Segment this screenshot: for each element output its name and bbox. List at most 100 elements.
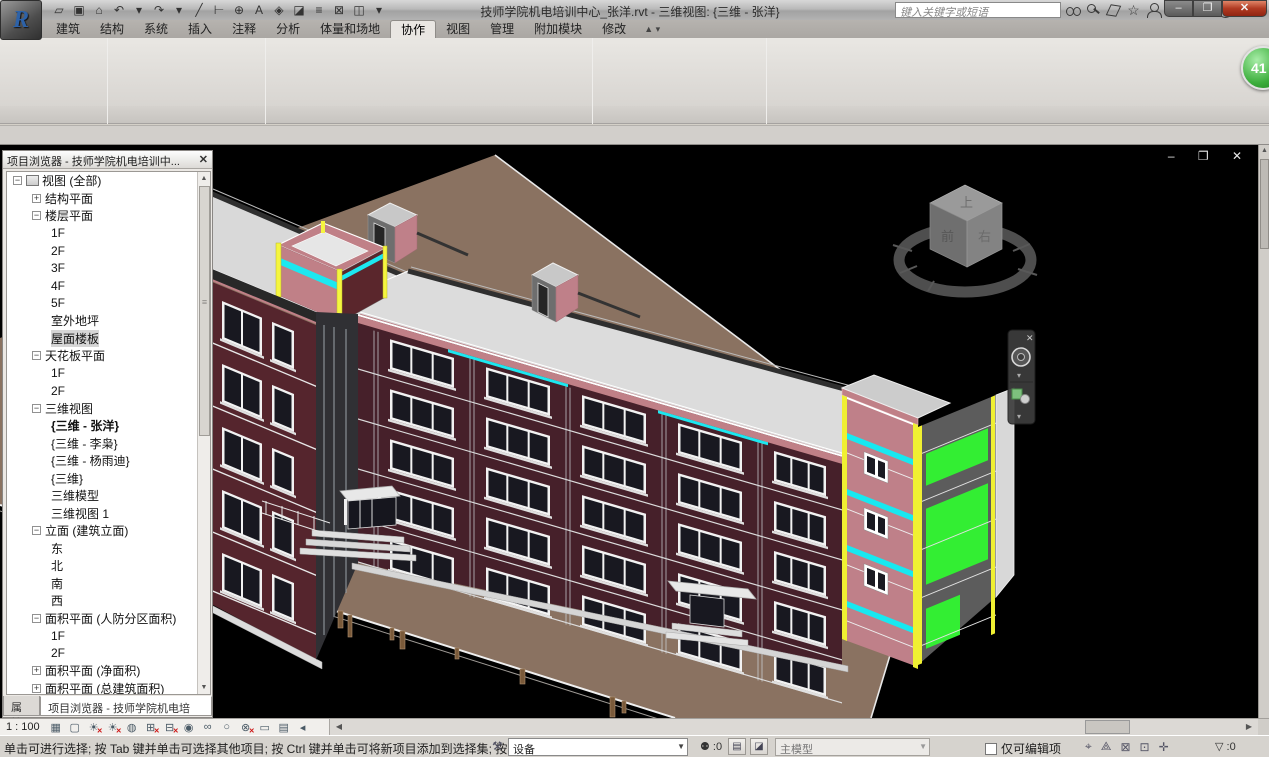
tree-item[interactable]: −天花板平面 [7, 347, 210, 365]
redo-icon[interactable]: ↷ [150, 2, 168, 19]
tree-item[interactable]: 西 [7, 592, 210, 610]
tree-item-label[interactable]: 三维视图 [45, 400, 93, 417]
vertical-scroll-thumb[interactable] [1260, 159, 1269, 249]
application-menu-button[interactable]: R [0, 0, 42, 40]
select-pin-icon[interactable]: ✛ [1159, 740, 1169, 754]
editing-requests-count[interactable]: ⚉ :0 [700, 740, 722, 753]
scroll-down-icon[interactable]: ▼ [198, 681, 210, 694]
tree-item[interactable]: 5F [7, 295, 210, 313]
tree-item[interactable]: 北 [7, 557, 210, 575]
vertical-scrollbar[interactable]: ▲ [1258, 145, 1269, 718]
tree-item[interactable]: −立面 (建筑立面) [7, 522, 210, 540]
select-pointer-icon[interactable]: ⌖ [1085, 739, 1092, 754]
tree-item[interactable]: 室外地坪 [7, 312, 210, 330]
tree-item[interactable]: 1F [7, 225, 210, 243]
tree-item[interactable]: 三维视图 1 [7, 505, 210, 523]
tree-item[interactable]: −三维视图 [7, 400, 210, 418]
communication-icon[interactable] [1106, 3, 1121, 18]
ribbon-tab-视图[interactable]: 视图 [436, 20, 480, 38]
horizontal-scrollbar[interactable]: ◀ ▶ [330, 719, 1258, 735]
view-scale[interactable]: 1 : 100 [6, 721, 40, 733]
tree-item-label[interactable]: 2F [51, 646, 65, 660]
scroll-right-icon[interactable]: ▶ [1242, 720, 1256, 734]
tree-item-label[interactable]: 北 [51, 557, 63, 574]
browser-close-icon[interactable]: ✕ [199, 153, 208, 166]
worksharing-dialog-button[interactable]: ▤ [728, 738, 746, 755]
collapse-icon[interactable]: − [32, 404, 41, 413]
tree-item-label[interactable]: 视图 (全部) [42, 172, 101, 189]
browser-scrollbar[interactable]: ▲ ▼ [197, 172, 210, 694]
collapse-icon[interactable]: − [32, 526, 41, 535]
rendering-icon[interactable]: ◍ [125, 721, 139, 734]
sign-in-icon[interactable] [1146, 3, 1161, 18]
thin-lines-icon[interactable]: ≡ [310, 2, 328, 19]
tree-item[interactable]: {三维} [7, 470, 210, 488]
tree-item-label[interactable]: 面积平面 (人防分区面积) [45, 610, 176, 627]
tree-item-label[interactable]: 1F [51, 226, 65, 240]
crop-region-icon[interactable]: ⊟✕ [163, 721, 177, 734]
tree-item-label[interactable]: {三维 - 杨雨迪} [51, 452, 130, 469]
tree-item-label[interactable]: {三维 - 张洋} [51, 417, 119, 434]
tree-item-label[interactable]: 西 [51, 592, 63, 609]
ribbon-tab-插入[interactable]: 插入 [178, 20, 222, 38]
tree-item-label[interactable]: 1F [51, 629, 65, 643]
ribbon-tab-附加模块[interactable]: 附加模块 [524, 20, 592, 38]
horizontal-scroll-thumb[interactable] [1085, 720, 1130, 734]
tree-item[interactable]: 东 [7, 540, 210, 558]
tree-item-label[interactable]: 天花板平面 [45, 347, 105, 364]
qat-customize-icon[interactable]: ▾ [370, 2, 388, 19]
collapse-icon[interactable]: − [32, 351, 41, 360]
save-icon[interactable]: ▣ [70, 2, 88, 19]
tree-item-label[interactable]: {三维} [51, 470, 83, 487]
drag-elements-icon[interactable]: ⟁ [1101, 739, 1112, 754]
tree-item[interactable]: 三维模型 [7, 487, 210, 505]
ribbon-tab-体量和场地[interactable]: 体量和场地 [310, 20, 390, 38]
constraints-icon[interactable]: ◂ [296, 721, 310, 734]
measure-icon[interactable]: ╱ [190, 2, 208, 19]
browser-tree[interactable]: −视图 (全部)+结构平面−楼层平面1F2F3F4F5F室外地坪屋面楼板−天花板… [6, 171, 211, 695]
scroll-left-icon[interactable]: ◀ [332, 720, 346, 734]
ribbon-tab-修改[interactable]: 修改 [592, 20, 636, 38]
design-options-button[interactable]: ◪ [750, 738, 768, 755]
tree-item-label[interactable]: 结构平面 [45, 190, 93, 207]
tree-item[interactable]: 屋面楼板 [7, 330, 210, 348]
filter-count[interactable]: ▽ :0 [1215, 740, 1236, 753]
detail-level-icon[interactable]: ▦ [49, 721, 63, 734]
reveal-hidden-icon[interactable]: ○ [220, 721, 234, 733]
scroll-up-icon[interactable]: ▲ [1259, 145, 1269, 157]
checkbox-icon[interactable] [985, 743, 997, 755]
tree-item[interactable]: 2F [7, 645, 210, 663]
tree-item-label[interactable]: 屋面楼板 [51, 330, 99, 347]
exclude-links-icon[interactable]: ⊡ [1140, 740, 1150, 754]
temporary-hide-icon[interactable]: ∞ [201, 721, 215, 733]
ribbon-tab-建筑[interactable]: 建筑 [46, 20, 90, 38]
search-icon[interactable] [1066, 3, 1081, 18]
tree-item[interactable]: {三维 - 李枭} [7, 435, 210, 453]
tree-item-label[interactable]: 东 [51, 540, 63, 557]
shadows-icon[interactable]: ☀✕ [106, 721, 120, 734]
ribbon-tab-协作[interactable]: 协作 [390, 20, 436, 38]
scroll-up-icon[interactable]: ▲ [198, 172, 210, 185]
ribbon-tab-分析[interactable]: 分析 [266, 20, 310, 38]
close-hidden-icon[interactable]: ⊠ [330, 2, 348, 19]
ribbon-tab-管理[interactable]: 管理 [480, 20, 524, 38]
tree-item[interactable]: {三维 - 杨雨迪} [7, 452, 210, 470]
tree-item[interactable]: {三维 - 张洋} [7, 417, 210, 435]
redo-arrow-icon[interactable]: ▾ [170, 2, 188, 19]
tree-item-label[interactable]: 三维视图 1 [51, 505, 109, 522]
tab-project-browser[interactable]: 项目浏览器 - 技师学院机电培训... [40, 696, 212, 716]
section-icon[interactable]: ◪ [290, 2, 308, 19]
collapse-icon[interactable]: − [32, 614, 41, 623]
favorites-icon[interactable]: ☆ [1126, 3, 1141, 18]
exclude-options-icon[interactable]: ⊠ [1120, 740, 1130, 754]
tree-item[interactable]: 南 [7, 575, 210, 593]
tree-item[interactable]: 1F [7, 365, 210, 383]
tree-item-label[interactable]: 4F [51, 279, 65, 293]
undo-icon[interactable]: ↶ [110, 2, 128, 19]
navigation-bar[interactable]: ✕ ▾ ▾ [1008, 330, 1035, 424]
tag-icon[interactable]: ⊕ [230, 2, 248, 19]
combo-arrow-icon[interactable]: ▼ [677, 742, 685, 751]
tree-item-label[interactable]: 立面 (建筑立面) [45, 522, 128, 539]
worksets-status-icon[interactable]: ⚒ [492, 739, 503, 753]
minimize-button[interactable]: – [1164, 0, 1193, 17]
